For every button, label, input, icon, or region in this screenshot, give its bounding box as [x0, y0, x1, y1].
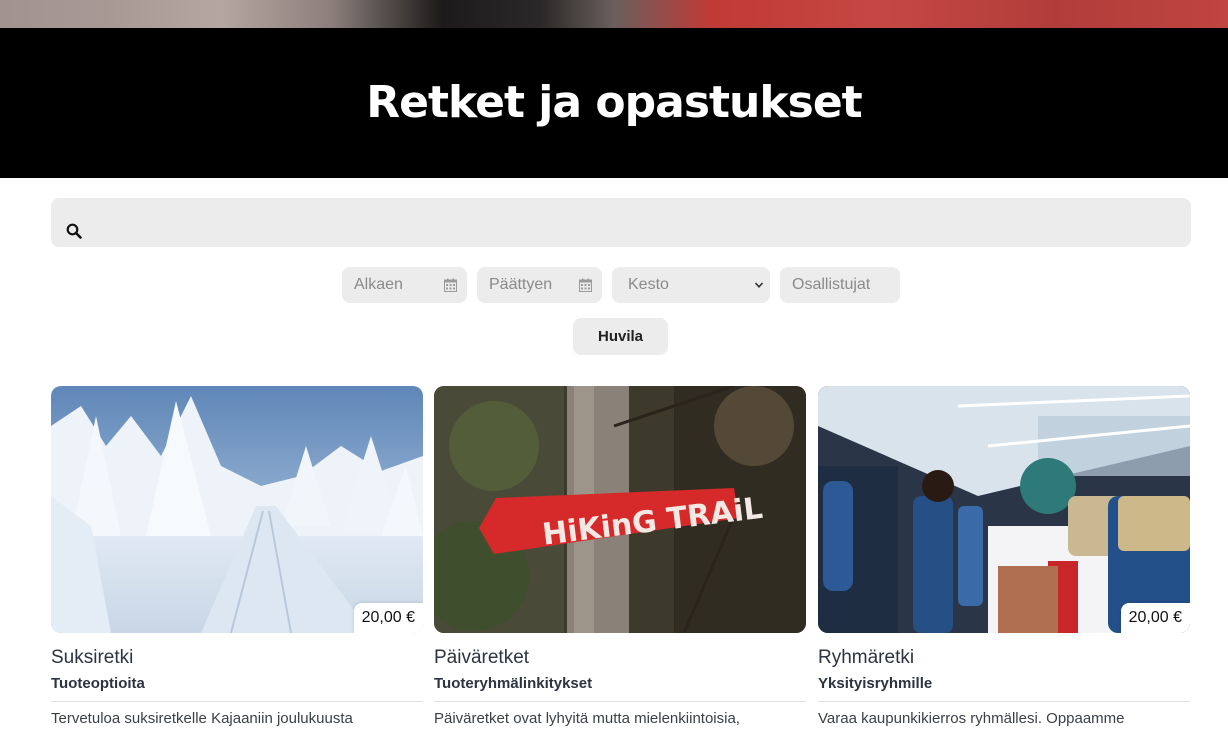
- price-badge: 20,00 €: [353, 603, 423, 633]
- card-description: Varaa kaupunkikierros ryhmällesi. Oppaam…: [818, 710, 1125, 727]
- card-image-hiking-trail[interactable]: HiKinG TRAiL: [434, 386, 806, 633]
- product-card[interactable]: HiKinG TRAiL Päiväretket Tuoteryhmälinki…: [434, 386, 806, 727]
- product-card[interactable]: 20,00 € Ryhmäretki Yksityisryhmille Vara…: [818, 386, 1190, 727]
- card-title[interactable]: Ryhmäretki: [818, 647, 1190, 669]
- duration-selected-value: Kesto: [628, 276, 669, 293]
- apply-filter-label: Huvila: [597, 328, 643, 345]
- card-subtitle: Tuoteryhmälinkitykset: [434, 675, 806, 702]
- header-photo-strip: [0, 0, 1228, 28]
- search-input[interactable]: [51, 198, 1191, 247]
- start-date-field[interactable]: Alkaen: [342, 267, 467, 303]
- hero-banner: Retket ja opastukset: [0, 28, 1228, 178]
- bus-interior-photo: [818, 386, 1190, 633]
- hiking-trail-photo: HiKinG TRAiL: [434, 386, 806, 633]
- price-badge: 20,00 €: [1120, 603, 1190, 633]
- apply-filter-button[interactable]: Huvila: [573, 318, 668, 355]
- card-image-bus-interior[interactable]: 20,00 €: [818, 386, 1190, 633]
- end-date-placeholder: Päättyen: [489, 276, 553, 293]
- participants-field[interactable]: Osallistujat: [780, 267, 900, 303]
- card-title[interactable]: Suksiretki: [51, 647, 423, 669]
- participants-placeholder: Osallistujat: [792, 276, 871, 293]
- card-description: Päiväretket ovat lyhyitä mutta mielenkii…: [434, 710, 740, 727]
- product-card[interactable]: 20,00 € Suksiretki Tuoteoptioita Tervetu…: [51, 386, 423, 727]
- card-image-snowy-forest[interactable]: 20,00 €: [51, 386, 423, 633]
- page-title: Retket ja opastukset: [366, 76, 862, 128]
- calendar-icon: [579, 278, 592, 292]
- start-date-placeholder: Alkaen: [354, 276, 403, 293]
- chevron-down-icon: [754, 282, 764, 288]
- search-icon[interactable]: [66, 223, 82, 239]
- card-subtitle: Tuoteoptioita: [51, 675, 423, 702]
- card-description: Tervetuloa suksiretkelle Kajaaniin joulu…: [51, 710, 353, 727]
- card-subtitle: Yksityisryhmille: [818, 675, 1190, 702]
- card-title[interactable]: Päiväretket: [434, 647, 806, 669]
- snowy-forest-photo: [51, 386, 423, 633]
- duration-select[interactable]: Kesto: [612, 267, 770, 303]
- end-date-field[interactable]: Päättyen: [477, 267, 602, 303]
- calendar-icon: [444, 278, 457, 292]
